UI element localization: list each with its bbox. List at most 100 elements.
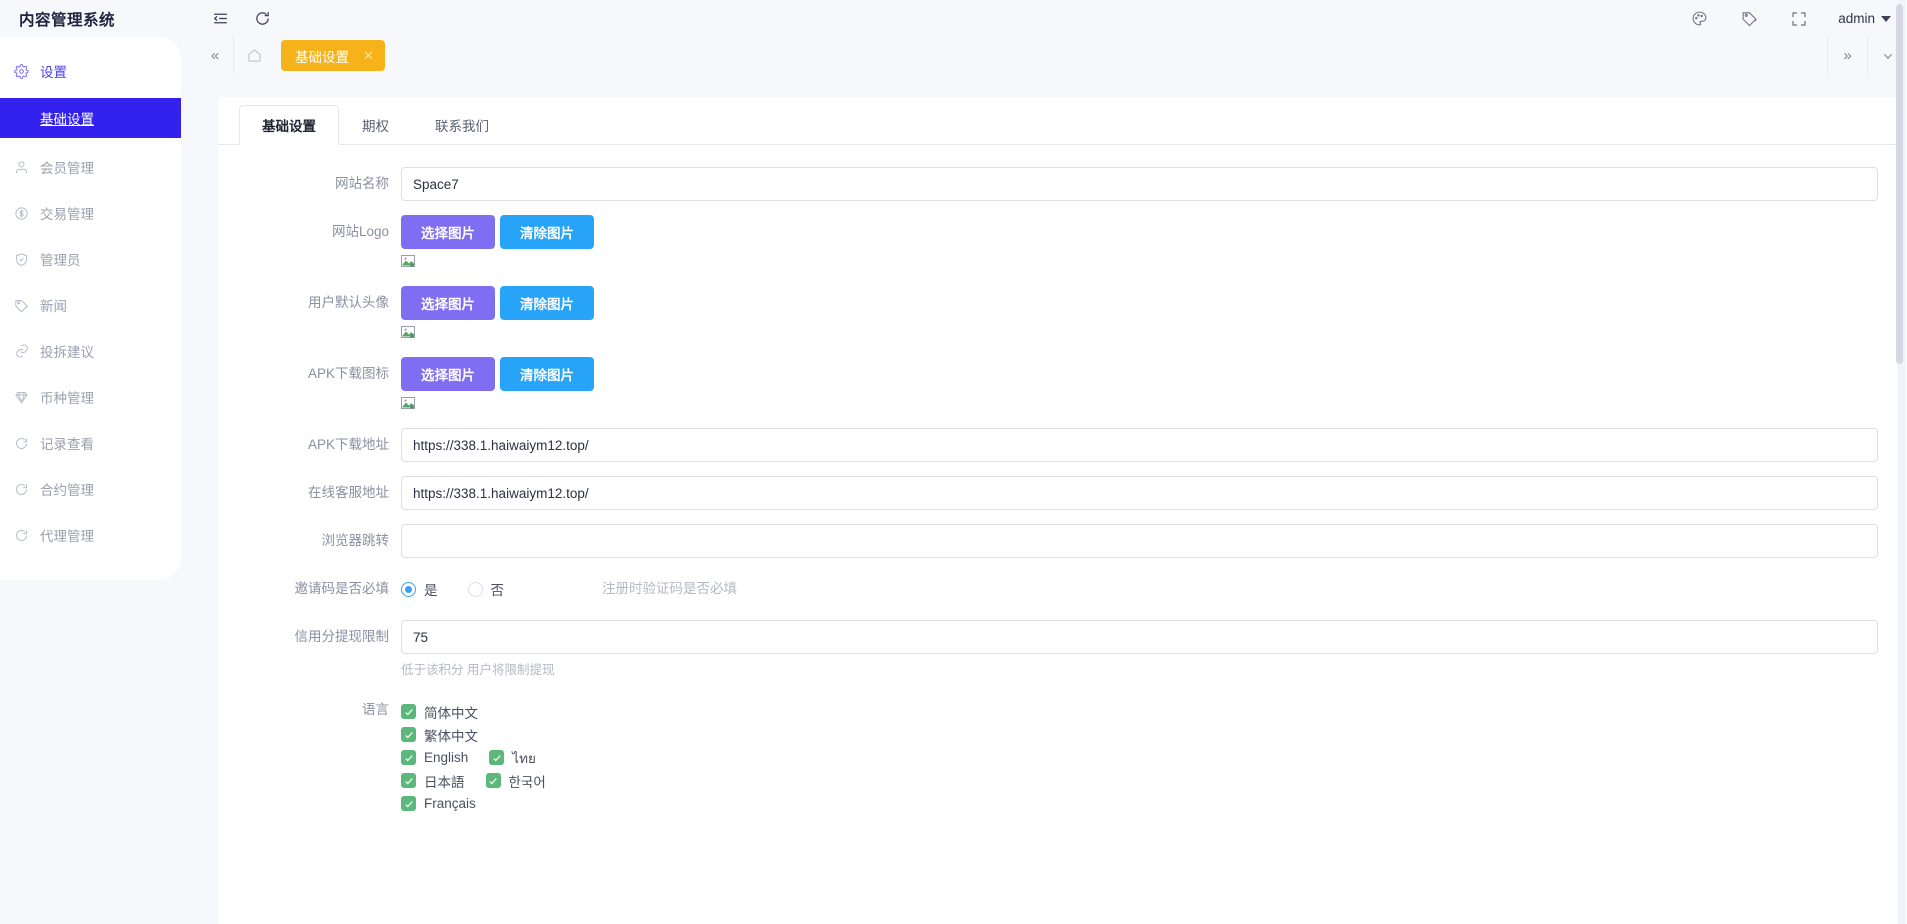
sidebar-item-label: 记录查看 [40, 437, 94, 452]
sidebar-item-news[interactable]: 新闻 [0, 282, 181, 328]
page-scrollbar-track[interactable] [1896, 0, 1905, 924]
app-title: 内容管理系统 [19, 11, 116, 29]
dollar-circle-icon [14, 206, 40, 221]
form-row-site-name: 网站名称 [218, 167, 1897, 201]
home-icon[interactable] [234, 37, 274, 74]
tab-basic-settings[interactable]: 基础设置 [239, 105, 339, 145]
default-avatar-select-button[interactable]: 选择图片 [401, 286, 495, 320]
sidebar-item-label: 设置 [40, 65, 67, 80]
refresh-icon[interactable] [251, 8, 273, 30]
diamond-icon [14, 390, 40, 405]
credit-limit-input[interactable] [401, 620, 1878, 654]
sidebar-item-administrator[interactable]: 管理员 [0, 236, 181, 282]
panel-tabs: 基础设置 期权 联系我们 [218, 97, 1897, 145]
close-icon[interactable]: ✕ [363, 49, 374, 62]
fullscreen-icon[interactable] [1788, 8, 1810, 30]
language-checkbox-traditional-chinese[interactable]: 繁体中文 [401, 725, 478, 745]
link-icon [14, 343, 40, 359]
service-url-input[interactable] [401, 476, 1878, 510]
language-label: 日本語 [424, 774, 465, 790]
tag-item-basic-settings[interactable]: 基础设置 ✕ [281, 40, 385, 71]
language-label: English [424, 750, 469, 765]
sidebar-item-label: 投拆建议 [40, 345, 94, 360]
invite-required-radio-group: 是 否 注册时验证码是否必填 [401, 572, 1878, 606]
tab-label: 基础设置 [262, 119, 316, 134]
browser-redirect-input[interactable] [401, 524, 1878, 558]
refresh-circle-icon [14, 528, 40, 543]
chevron-down-icon [1881, 15, 1891, 22]
language-label: ไทย [512, 750, 536, 766]
tag-bar-right-controls: » [1827, 37, 1907, 74]
chevron-double-right-icon[interactable]: » [1827, 37, 1867, 74]
sidebar-item-member-management[interactable]: 会员管理 [0, 144, 181, 190]
apk-icon-label: APK下载图标 [307, 366, 389, 381]
language-label: Français [424, 796, 476, 811]
site-logo-label: 网站Logo [331, 224, 389, 239]
sidebar-item-contract-management[interactable]: 合约管理 [0, 466, 181, 512]
sidebar-item-settings[interactable]: 设置 [0, 48, 181, 94]
language-checkbox-thai[interactable]: ไทย [489, 747, 536, 769]
tag-icon [14, 298, 40, 313]
sidebar-item-basic-settings[interactable]: 基础设置 [0, 98, 181, 138]
broken-image-icon [401, 254, 419, 272]
header-right-controls: admin [1688, 8, 1907, 30]
check-icon [401, 750, 416, 765]
apk-url-input[interactable] [401, 428, 1878, 462]
language-label: 简体中文 [424, 705, 478, 721]
sidebar-item-label: 合约管理 [40, 483, 94, 498]
sidebar-item-transaction-management[interactable]: 交易管理 [0, 190, 181, 236]
sidebar-item-record-view[interactable]: 记录查看 [0, 420, 181, 466]
sidebar-item-complaints[interactable]: 投拆建议 [0, 328, 181, 374]
palette-icon[interactable] [1688, 8, 1710, 30]
site-logo-buttons: 选择图片 清除图片 [401, 215, 1878, 249]
form-row-service-url: 在线客服地址 [218, 476, 1897, 510]
language-label: 한국어 [508, 774, 546, 790]
language-checkbox-korean[interactable]: 한국어 [485, 771, 546, 791]
radio-label: 否 [490, 583, 505, 598]
user-name-label: admin [1838, 11, 1875, 26]
site-name-input[interactable] [401, 167, 1878, 201]
menu-fold-icon[interactable] [209, 8, 231, 30]
invite-required-hint: 注册时验证码是否必填 [602, 581, 737, 596]
header-left-controls [197, 8, 273, 30]
apk-icon-buttons: 选择图片 清除图片 [401, 357, 1878, 391]
tab-contact-us[interactable]: 联系我们 [412, 105, 512, 145]
languages-checkbox-group: 简体中文 繁体中文 English ไทย 日本語 한국어 Français [401, 698, 1878, 815]
tab-options[interactable]: 期权 [339, 105, 412, 145]
user-menu[interactable]: admin [1838, 11, 1891, 26]
gear-icon [14, 63, 40, 79]
sidebar-item-agent-management[interactable]: 代理管理 [0, 512, 181, 558]
sidebar-item-label: 新闻 [40, 299, 67, 314]
sidebar-item-currency-management[interactable]: 币种管理 [0, 374, 181, 420]
sidebar-item-label: 币种管理 [40, 391, 94, 406]
apk-icon-select-button[interactable]: 选择图片 [401, 357, 495, 391]
settings-panel: 基础设置 期权 联系我们 网站名称 网站Logo [218, 97, 1897, 924]
check-icon [401, 796, 416, 811]
apk-url-label: APK下载地址 [307, 437, 389, 452]
invite-required-radio-no[interactable]: 否 [467, 579, 505, 599]
language-checkbox-french[interactable]: Français [401, 796, 476, 811]
form-row-site-logo: 网站Logo 选择图片 清除图片 [218, 215, 1897, 272]
form-row-apk-url: APK下载地址 [218, 428, 1897, 462]
language-checkbox-english[interactable]: English [401, 750, 468, 765]
service-url-label: 在线客服地址 [308, 485, 389, 500]
tag-icon[interactable] [1738, 8, 1760, 30]
check-icon [401, 773, 416, 788]
sidebar-item-label: 交易管理 [40, 207, 94, 222]
broken-image-icon [401, 396, 419, 414]
default-avatar-clear-button[interactable]: 清除图片 [500, 286, 594, 320]
form-row-default-avatar: 用户默认头像 选择图片 清除图片 [218, 286, 1897, 343]
invite-required-radio-yes[interactable]: 是 [401, 579, 438, 599]
site-logo-select-button[interactable]: 选择图片 [401, 215, 495, 249]
language-checkbox-japanese[interactable]: 日本語 [401, 771, 465, 791]
chevron-double-left-icon[interactable]: « [197, 37, 233, 74]
language-checkbox-simplified-chinese[interactable]: 简体中文 [401, 702, 478, 722]
check-icon [489, 750, 505, 765]
page-scrollbar-thumb[interactable] [1896, 4, 1903, 364]
site-logo-clear-button[interactable]: 清除图片 [500, 215, 594, 249]
user-icon [14, 160, 40, 175]
language-label: 繁体中文 [424, 728, 478, 744]
browser-redirect-label: 浏览器跳转 [321, 533, 390, 548]
apk-icon-clear-button[interactable]: 清除图片 [500, 357, 594, 391]
site-name-label: 网站名称 [335, 176, 389, 191]
